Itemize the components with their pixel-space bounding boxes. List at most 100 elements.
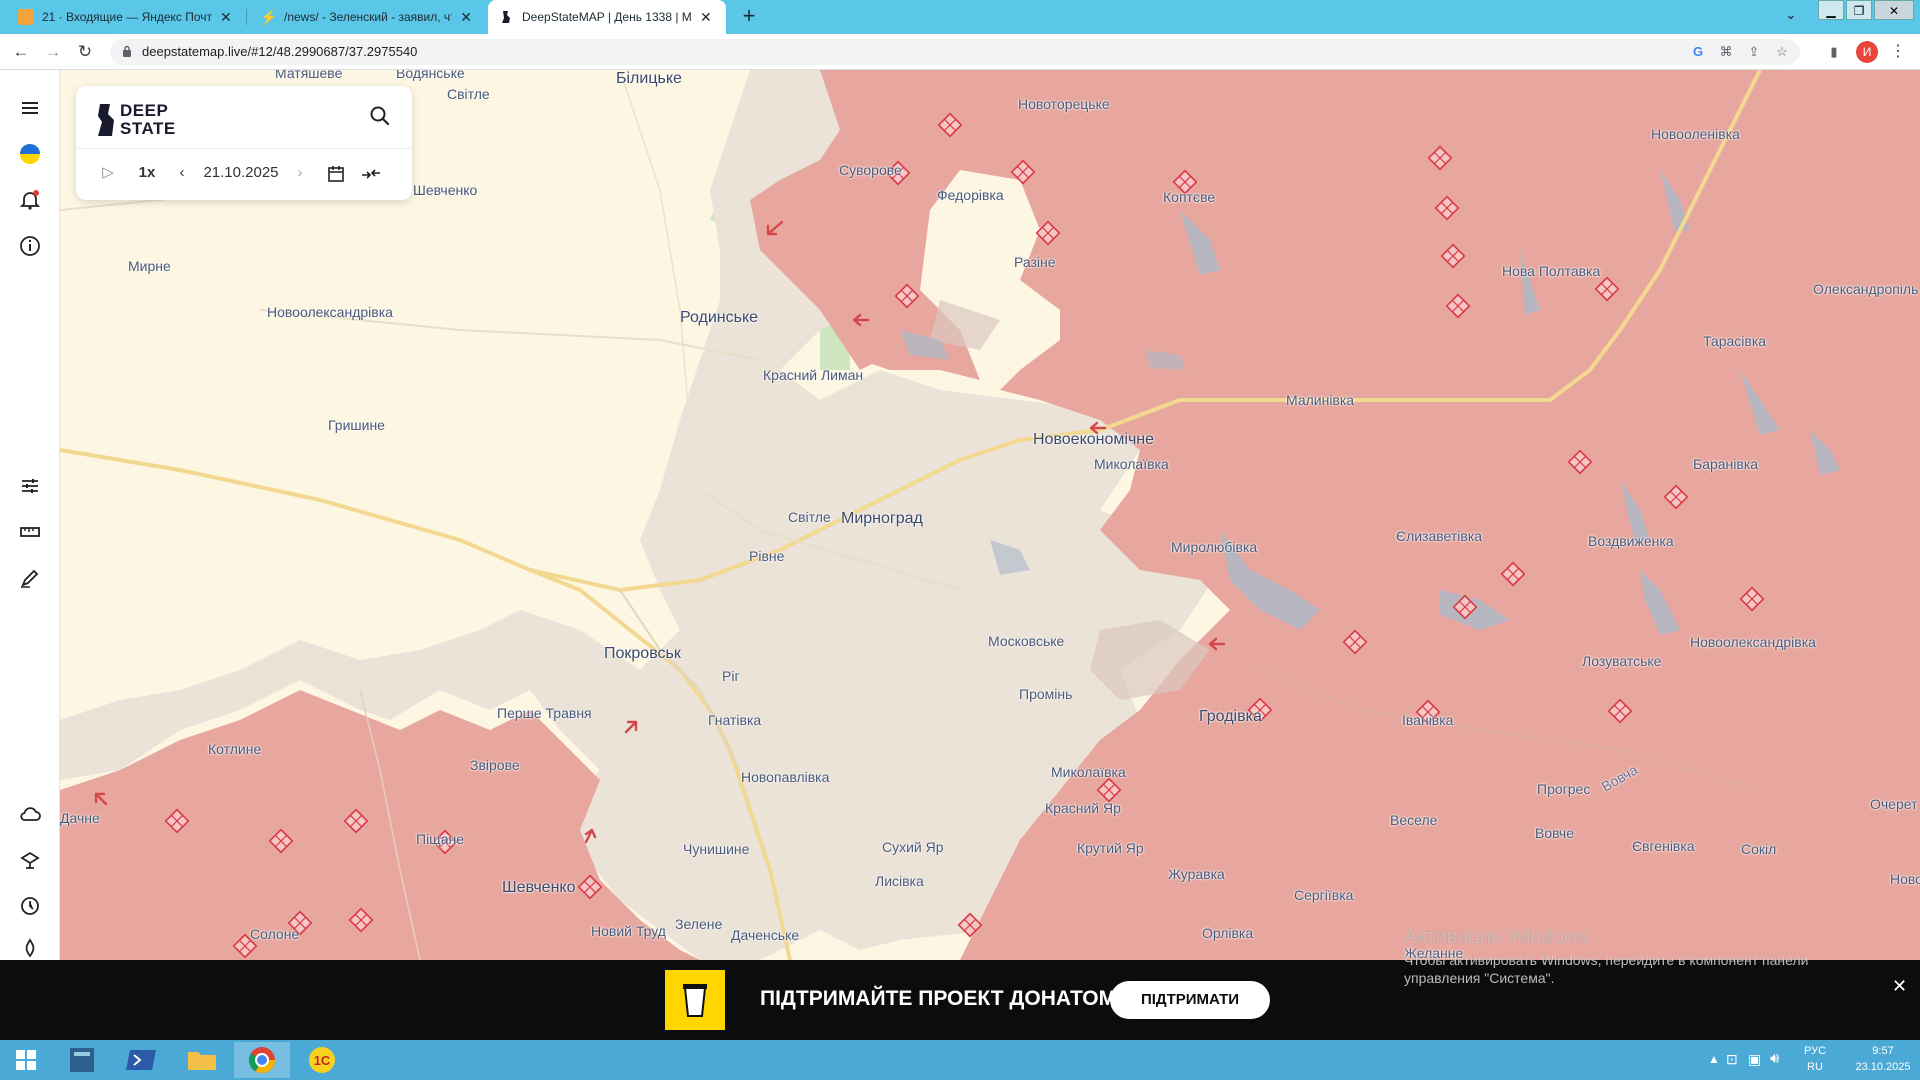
clock-time[interactable]: 9:57: [1848, 1045, 1918, 1057]
minimize-button[interactable]: ▁: [1818, 0, 1844, 20]
place-label: Миролюбівка: [1171, 539, 1258, 555]
place-label: Олександропіль: [1813, 281, 1919, 297]
close-window-button[interactable]: ✕: [1874, 0, 1914, 20]
close-icon[interactable]: ✕: [700, 9, 712, 26]
avatar[interactable]: И: [1856, 41, 1878, 63]
windows-start-icon[interactable]: [4, 1042, 48, 1078]
satellite-icon[interactable]: [18, 848, 42, 872]
support-button[interactable]: ПІДТРИМАТИ: [1110, 981, 1270, 1019]
translate-icon[interactable]: ⌘: [1718, 44, 1734, 60]
logo-text: DEEP STATE: [120, 102, 176, 138]
place-label: Новопавлівка: [741, 769, 830, 785]
place-label: Новоторецьке: [1018, 96, 1110, 112]
play-icon[interactable]: ▷: [98, 160, 118, 186]
reload-icon[interactable]: ↻: [74, 41, 96, 63]
menu-icon[interactable]: [18, 96, 42, 120]
activation-title: Активация Windows: [1404, 926, 1589, 948]
place-label: Промінь: [1019, 686, 1073, 702]
place-label: Вовче: [1535, 825, 1575, 841]
place-label: Іванівка: [1402, 712, 1454, 728]
search-icon[interactable]: [368, 104, 392, 128]
language-indicator-top[interactable]: РУС: [1800, 1045, 1830, 1057]
place-label: Тарасівка: [1703, 333, 1767, 349]
forward-arrow-icon[interactable]: →: [42, 41, 64, 63]
more-menu-icon[interactable]: ⋮: [1890, 41, 1906, 61]
filters-icon[interactable]: [18, 474, 42, 498]
google-icon[interactable]: G: [1690, 44, 1706, 60]
1c-icon[interactable]: 1С: [294, 1042, 350, 1078]
close-icon[interactable]: ✕: [460, 9, 472, 26]
place-label: Єлизаветівка: [1396, 528, 1483, 544]
chevron-up-icon[interactable]: ▲: [1708, 1052, 1720, 1066]
draw-icon[interactable]: [18, 566, 42, 590]
place-label: Веселе: [1390, 812, 1438, 828]
place-label: Звірове: [470, 757, 520, 773]
date-display[interactable]: 21.10.2025: [196, 160, 286, 186]
fire-icon[interactable]: [18, 936, 42, 960]
clock-date[interactable]: 23.10.2025: [1848, 1061, 1918, 1073]
language-indicator-bottom[interactable]: RU: [1800, 1061, 1830, 1073]
share-icon[interactable]: ⇪: [1746, 44, 1762, 60]
ukraine-flag-icon[interactable]: [18, 142, 42, 166]
place-label: Піщане: [416, 831, 464, 847]
star-icon[interactable]: ☆: [1774, 44, 1790, 60]
compare-icon[interactable]: [360, 164, 382, 184]
place-label: Красний Лиман: [763, 367, 864, 383]
deepstate-logo[interactable]: DEEP STATE: [96, 98, 196, 138]
chrome-icon[interactable]: [234, 1042, 290, 1078]
ruler-icon[interactable]: [18, 520, 42, 544]
back-arrow-icon[interactable]: ←: [10, 41, 32, 63]
speed-button[interactable]: 1x: [132, 160, 162, 186]
tab-yandex-mail[interactable]: 21 · Входящие — Яндекс Почта ✕: [8, 0, 244, 34]
display-icon[interactable]: ▣: [1748, 1051, 1761, 1068]
place-label: Московське: [988, 633, 1065, 649]
taskbar: 1С ▲ ⊡ ▣ 🔊︎ РУС RU 9:57 23.10.2025: [0, 1040, 1920, 1080]
new-tab-button[interactable]: +: [737, 4, 761, 28]
place-label: Новоекономічне: [1033, 431, 1155, 448]
tab-news[interactable]: ⚡ /news/ - Зеленский - заявил, что ✕: [250, 0, 482, 34]
cloud-icon[interactable]: [18, 802, 42, 826]
file-explorer-icon[interactable]: [174, 1042, 230, 1078]
restore-button[interactable]: ❐: [1846, 0, 1872, 20]
calendar-icon[interactable]: [326, 164, 346, 184]
map-layers: [60, 70, 1920, 960]
place-label: Баранівка: [1693, 456, 1759, 472]
server-manager-icon[interactable]: [54, 1042, 110, 1078]
side-panel-icon[interactable]: ▮: [1826, 44, 1842, 60]
volume-icon[interactable]: 🔊︎: [1770, 1050, 1779, 1067]
place-label: Родинське: [680, 309, 759, 326]
flame-icon[interactable]: [18, 894, 42, 918]
place-label: Коптєве: [1163, 189, 1216, 205]
close-icon[interactable]: ✕: [1892, 976, 1907, 997]
place-label: Журавка: [1168, 866, 1225, 882]
chevron-left-icon[interactable]: ‹: [172, 160, 192, 186]
place-label: Новоб: [1890, 871, 1920, 887]
place-label: Лозуватське: [1582, 653, 1662, 669]
info-icon[interactable]: [18, 234, 42, 258]
mail-icon: [18, 9, 34, 25]
tab-deepstate[interactable]: DeepStateMAP | День 1338 | Ма ✕: [488, 0, 726, 34]
place-label: Миколаївка: [1051, 764, 1126, 780]
chevron-right-icon[interactable]: ›: [290, 160, 310, 186]
bolt-icon: ⚡: [260, 9, 278, 25]
address-bar[interactable]: deepstatemap.live/#12/48.2990687/37.2975…: [110, 39, 1800, 65]
bell-icon[interactable]: [18, 188, 42, 212]
map-canvas[interactable]: Білицьке Новоторецьке Новооленівка Сувор…: [60, 70, 1920, 960]
tab-title: 21 · Входящие — Яндекс Почта: [42, 10, 212, 24]
place-label: Рiг: [722, 668, 740, 684]
knight-icon: [98, 104, 114, 136]
place-label: Гродівка: [1199, 708, 1262, 725]
place-label: Солоне: [250, 926, 300, 942]
tab-title: DeepStateMAP | День 1338 | Ма: [522, 10, 692, 24]
chevron-down-icon[interactable]: ⌄: [1785, 6, 1797, 23]
close-icon[interactable]: ✕: [220, 9, 232, 26]
divider: [76, 148, 412, 149]
place-label: Лисівка: [875, 873, 924, 889]
place-label: Суворове: [839, 162, 902, 178]
place-label: Євгенівка: [1632, 838, 1695, 854]
powershell-icon[interactable]: [114, 1042, 170, 1078]
place-label: Шевченко: [413, 182, 478, 198]
network-icon[interactable]: ⊡: [1726, 1051, 1738, 1068]
place-label: Зелене: [675, 916, 723, 932]
place-label: Котлине: [208, 741, 262, 757]
